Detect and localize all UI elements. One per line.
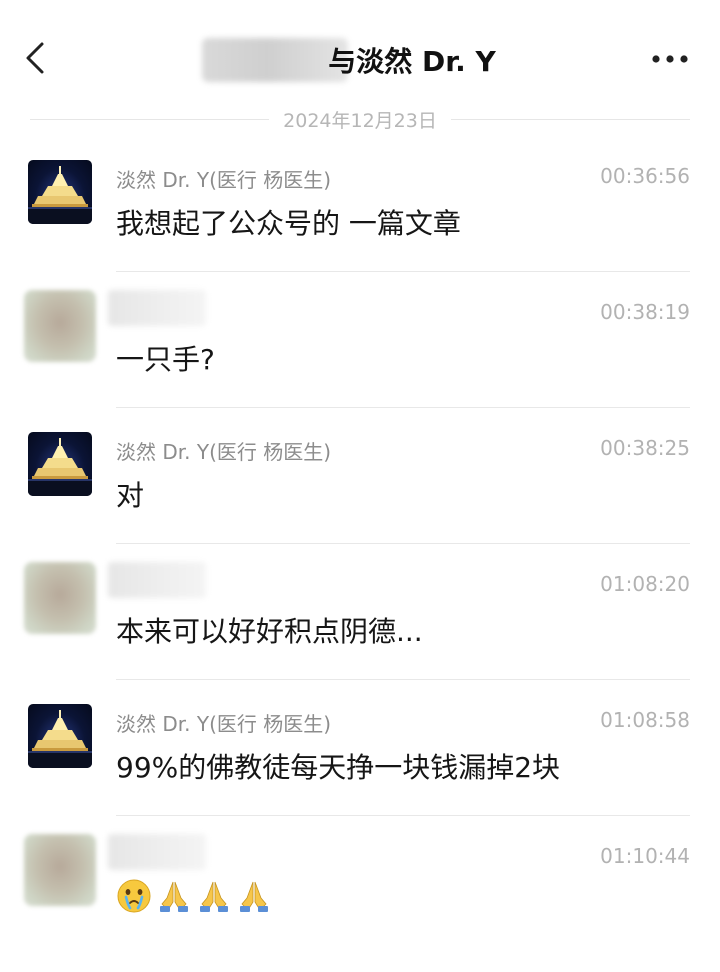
message-text: 一只手? (116, 343, 215, 376)
message-text: 99%的佛教徒每天挣一块钱漏掉2块 (116, 751, 561, 784)
divider-line (450, 118, 690, 120)
top-bar: 与淡然 Dr. Y (0, 0, 720, 118)
message-time: 01:08:20 (600, 572, 690, 596)
sender-name: 淡然 Dr. Y(医行 杨医生) (116, 712, 332, 736)
message-time: 01:10:44 (600, 844, 690, 868)
redacted-sender-name (108, 834, 206, 870)
date-label: 2024年12月23日 (283, 109, 437, 132)
redacted-sender-name (108, 562, 206, 598)
avatar[interactable] (28, 160, 92, 224)
message-text: 本来可以好好积点阴德... (116, 615, 423, 648)
message-item[interactable]: 淡然 Dr. Y(医行 杨医生) 00:36:56 我想起了公众号的 一篇文章 (0, 136, 720, 272)
chat-title: 与淡然 Dr. Y (0, 38, 720, 82)
more-dots-icon (652, 55, 688, 63)
avatar[interactable] (28, 704, 92, 768)
date-divider: 2024年12月23日 (30, 104, 690, 134)
temple-night-avatar-image (28, 166, 92, 224)
avatar[interactable] (24, 562, 96, 634)
avatar[interactable] (24, 834, 96, 906)
emoji-row (116, 878, 272, 914)
message-text: 我想起了公众号的 一篇文章 (116, 207, 461, 240)
temple-night-avatar-image (28, 438, 92, 496)
message-item[interactable]: 淡然 Dr. Y(医行 杨医生) 00:38:25 对 (0, 408, 720, 544)
message-text: 对 (116, 479, 145, 512)
redacted-name (202, 38, 349, 82)
message-item[interactable]: 01:10:44 (0, 816, 720, 952)
chat-title-text: 与淡然 Dr. Y (328, 45, 496, 78)
avatar[interactable] (24, 290, 96, 362)
message-list: 淡然 Dr. Y(医行 杨医生) 00:36:56 我想起了公众号的 一篇文章 … (0, 136, 720, 952)
message-time: 01:08:58 (600, 708, 690, 732)
divider-line (30, 118, 270, 120)
message-item[interactable]: 01:08:20 本来可以好好积点阴德... (0, 544, 720, 680)
message-item[interactable]: 淡然 Dr. Y(医行 杨医生) 01:08:58 99%的佛教徒每天挣一块钱漏… (0, 680, 720, 816)
redacted-sender-name (108, 290, 206, 326)
temple-night-avatar-image (28, 710, 92, 768)
more-button[interactable] (650, 46, 690, 72)
folded-hands-icon (200, 881, 228, 912)
message-time: 00:38:25 (600, 436, 690, 460)
message-item[interactable]: 00:38:19 一只手? (0, 272, 720, 408)
sender-name: 淡然 Dr. Y(医行 杨医生) (116, 168, 332, 192)
folded-hands-icon (240, 881, 268, 912)
message-time: 00:36:56 (600, 164, 690, 188)
folded-hands-icon (160, 881, 188, 912)
crying-face-icon (117, 879, 151, 913)
message-time: 00:38:19 (600, 300, 690, 324)
sender-name: 淡然 Dr. Y(医行 杨医生) (116, 440, 332, 464)
avatar[interactable] (28, 432, 92, 496)
